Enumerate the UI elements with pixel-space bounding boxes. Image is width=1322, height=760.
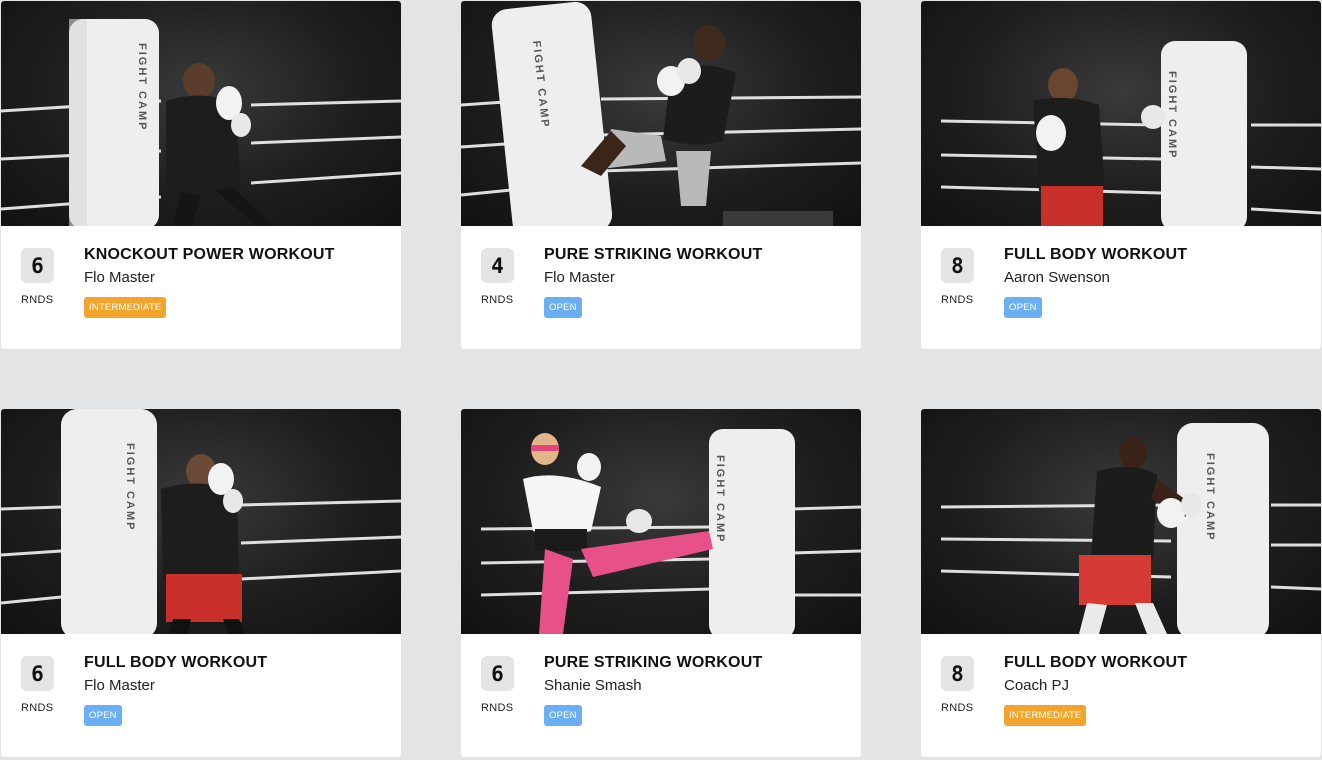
workout-card-2[interactable]: FIGHT CAMP 4 RNDS PURE STRIKING WORKOUT … (461, 1, 861, 349)
workout-thumbnail[interactable]: FIGHT CAMP (921, 1, 1321, 226)
rounds-count: 8 (941, 248, 974, 283)
workout-title[interactable]: FULL BODY WORKOUT (84, 654, 267, 672)
rounds-count: 6 (21, 248, 54, 283)
rounds-label: RNDS (941, 294, 974, 306)
rounds-label: RNDS (941, 702, 974, 714)
level-badge: INTERMEDIATE (1004, 705, 1087, 726)
workout-title[interactable]: PURE STRIKING WORKOUT (544, 654, 762, 672)
coach-name: Flo Master (84, 269, 155, 286)
svg-text:FIGHT CAMP: FIGHT CAMP (136, 43, 148, 131)
workout-card-6[interactable]: FIGHT CAMP 8 RNDS FULL BODY WORKOUT Coac… (921, 409, 1321, 757)
rounds-label: RNDS (21, 702, 54, 714)
svg-text:FIGHT CAMP: FIGHT CAMP (1204, 453, 1216, 541)
workout-title[interactable]: FULL BODY WORKOUT (1004, 246, 1187, 264)
rounds-label: RNDS (481, 294, 514, 306)
workout-card-4[interactable]: FIGHT CAMP 6 RNDS FULL BODY WORKOUT Flo … (1, 409, 401, 757)
rounds-label: RNDS (21, 294, 54, 306)
rounds-label: RNDS (481, 702, 514, 714)
level-badge: OPEN (84, 705, 122, 726)
workout-thumbnail[interactable]: FIGHT CAMP (1, 409, 401, 634)
workout-card-1[interactable]: FIGHT CAMP 6 RNDS KNOCKOUT POWER WORKOUT… (1, 1, 401, 349)
level-badge: OPEN (544, 705, 582, 726)
workout-photo: FIGHT CAMP (1, 409, 401, 634)
workout-title[interactable]: PURE STRIKING WORKOUT (544, 246, 762, 264)
level-badge: OPEN (544, 297, 582, 318)
coach-name: Shanie Smash (544, 677, 642, 694)
rounds-count: 4 (481, 248, 514, 283)
svg-text:FIGHT CAMP: FIGHT CAMP (124, 443, 136, 531)
workout-photo: FIGHT CAMP (1, 19, 401, 226)
workout-photo: FIGHT CAMP (480, 429, 861, 634)
coach-name: Coach PJ (1004, 677, 1070, 694)
coach-name: Flo Master (84, 677, 155, 694)
svg-text:FIGHT CAMP: FIGHT CAMP (714, 455, 726, 543)
svg-text:FIGHT CAMP: FIGHT CAMP (1166, 71, 1178, 159)
level-badge: INTERMEDIATE (84, 297, 167, 318)
rounds-count: 8 (941, 656, 974, 691)
workout-thumbnail[interactable]: FIGHT CAMP (461, 1, 861, 226)
coach-name: Flo Master (544, 269, 615, 286)
workout-photo: FIGHT CAMP (940, 41, 1321, 226)
workout-card-5[interactable]: FIGHT CAMP 6 RNDS PURE STRIKING WORKOUT … (461, 409, 861, 757)
workout-thumbnail[interactable]: FIGHT CAMP (1, 1, 401, 226)
workout-title[interactable]: FULL BODY WORKOUT (1004, 654, 1187, 672)
workout-photo: FIGHT CAMP (461, 1, 861, 226)
rounds-count: 6 (21, 656, 54, 691)
rounds-count: 6 (481, 656, 514, 691)
coach-name: Aaron Swenson (1004, 269, 1110, 286)
workout-card-3[interactable]: FIGHT CAMP 8 RNDS FULL BODY WORKOUT Aaro… (921, 1, 1321, 349)
workout-title[interactable]: KNOCKOUT POWER WORKOUT (84, 246, 335, 264)
workout-thumbnail[interactable]: FIGHT CAMP (461, 409, 861, 634)
workout-photo: FIGHT CAMP (940, 423, 1321, 634)
level-badge: OPEN (1004, 297, 1042, 318)
workout-thumbnail[interactable]: FIGHT CAMP (921, 409, 1321, 634)
